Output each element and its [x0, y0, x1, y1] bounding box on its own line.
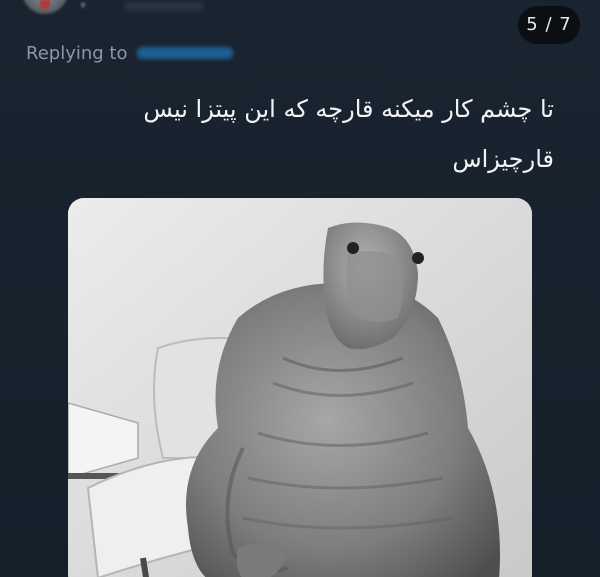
- tweet-media-image[interactable]: [68, 198, 532, 577]
- replying-handle-link[interactable]: [137, 47, 234, 59]
- media-counter-badge: 5 / 7: [518, 6, 580, 44]
- tweet-header: ▾: [0, 0, 600, 36]
- tweet-viewer: ▾ 5 / 7 Replying to تا چشم کار میکنه قار…: [0, 0, 600, 577]
- tweet-text-line-2: قارچیزاس: [452, 145, 554, 173]
- tweet-text-line-1: تا چشم کار میکنه قارچه که این پیتزا نیس: [143, 95, 554, 123]
- replying-label: Replying to: [26, 42, 128, 64]
- media-photo: [68, 198, 532, 577]
- chevron-down-icon: ▾: [80, 0, 87, 12]
- replying-to: Replying to: [26, 40, 234, 66]
- author-name[interactable]: [124, 2, 204, 11]
- creature-snout: [346, 251, 403, 322]
- tweet-text: تا چشم کار میکنه قارچه که این پیتزا نیس …: [34, 84, 554, 184]
- creature-eye-right: [412, 252, 424, 264]
- creature-eye-left: [347, 242, 359, 254]
